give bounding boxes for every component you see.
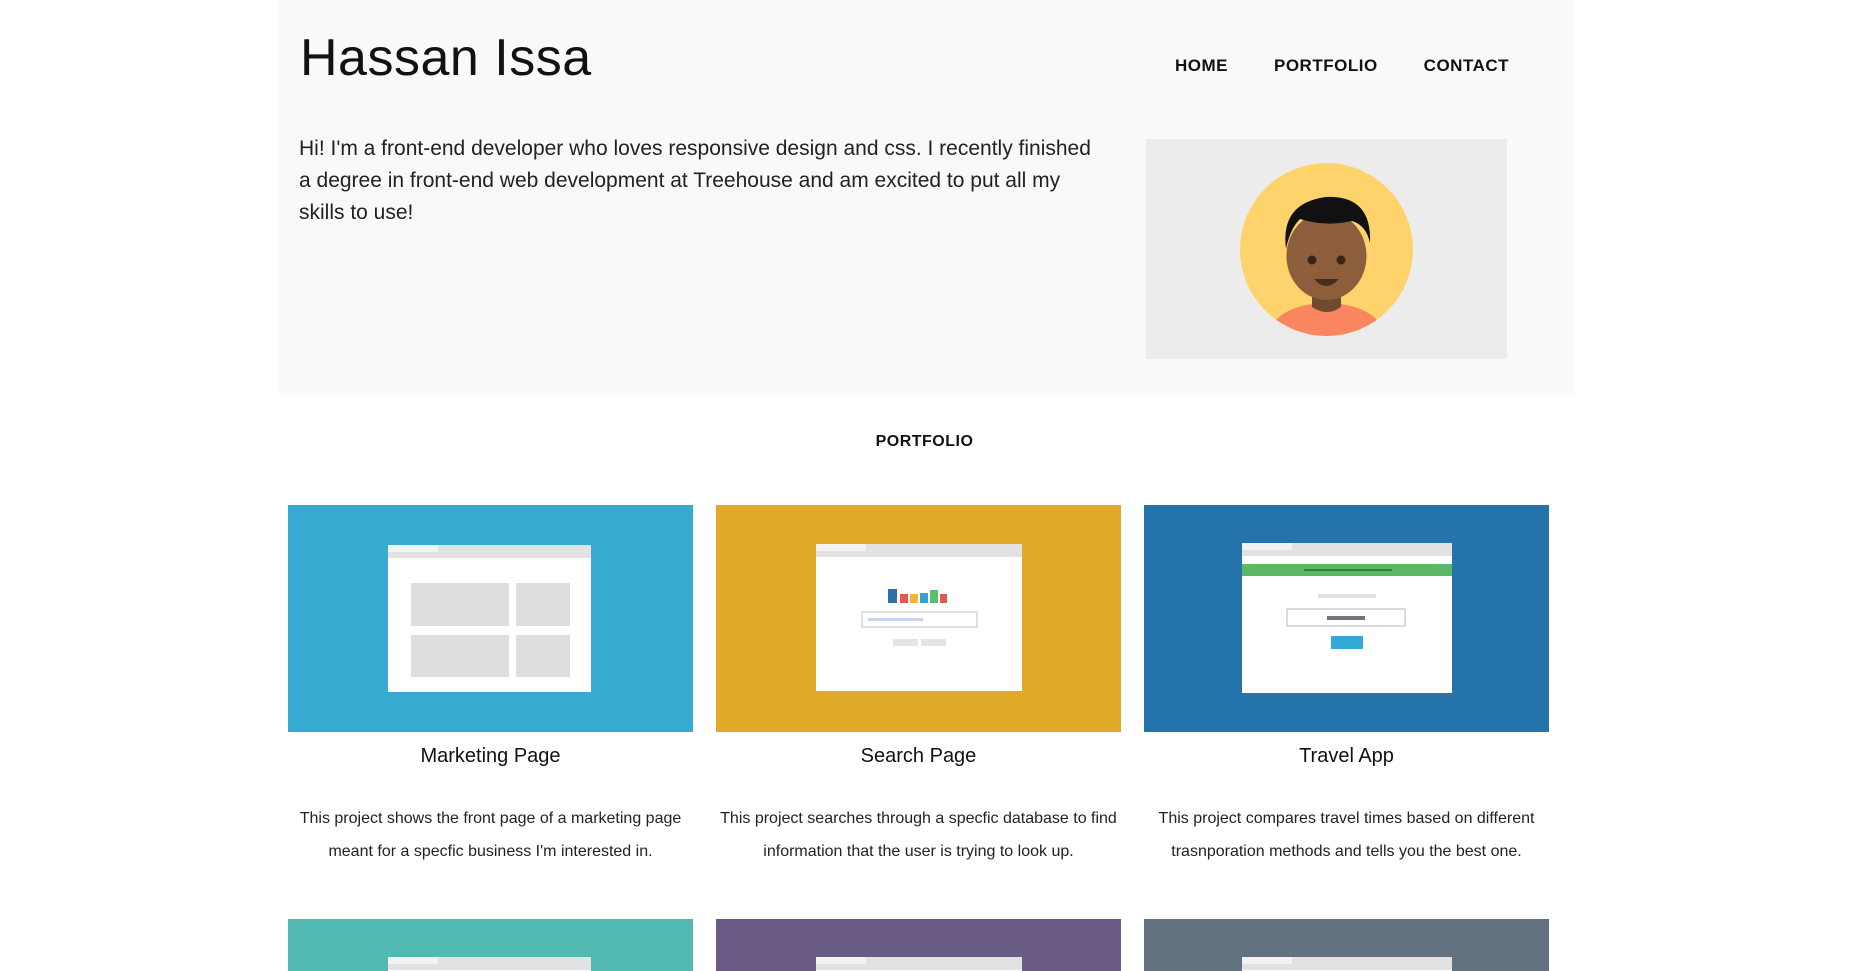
hero-section: Hassan Issa HOME PORTFOLIO CONTACT Hi! I… [278, 0, 1574, 393]
project-title: Marketing Page [420, 745, 561, 767]
avatar [1146, 139, 1507, 359]
project-description: This project compares travel times based… [1158, 810, 1535, 860]
project-description: This project searches through a specfic … [720, 810, 1117, 860]
project-card-search: Search Page This project searches throug… [716, 505, 1121, 860]
nav-portfolio-link[interactable]: PORTFOLIO [1274, 56, 1378, 76]
project-card-5[interactable] [716, 919, 1121, 971]
portfolio-heading: PORTFOLIO [875, 433, 974, 450]
project-card-marketing: Marketing Page This project shows the fr… [288, 505, 693, 860]
project-thumbnail[interactable] [1144, 505, 1549, 732]
project-title: Search Page [860, 745, 977, 767]
page: Hassan Issa HOME PORTFOLIO CONTACT Hi! I… [0, 0, 1861, 971]
mockup-icon [816, 957, 1022, 971]
travel-app-mockup-icon [1242, 543, 1452, 693]
project-card-6[interactable] [1144, 919, 1549, 971]
nav-contact-link[interactable]: CONTACT [1424, 56, 1509, 76]
project-card-travel: Travel App This project compares travel … [1144, 505, 1549, 860]
mockup-icon [388, 957, 591, 971]
marketing-page-mockup-icon [388, 545, 591, 692]
project-title: Travel App [1299, 745, 1394, 767]
site-title: Hassan Issa [300, 29, 592, 87]
project-thumbnail[interactable] [716, 505, 1121, 732]
project-description: This project shows the front page of a m… [299, 810, 682, 860]
project-thumbnail[interactable] [288, 505, 693, 732]
avatar-illustration-icon [1240, 163, 1413, 336]
intro-text: Hi! I'm a front-end developer who loves … [299, 137, 1091, 224]
project-card-4[interactable] [288, 919, 693, 971]
search-page-mockup-icon [816, 544, 1022, 691]
mockup-icon [1242, 957, 1452, 971]
main-nav: HOME PORTFOLIO CONTACT [1175, 56, 1509, 76]
nav-home-link[interactable]: HOME [1175, 56, 1228, 76]
